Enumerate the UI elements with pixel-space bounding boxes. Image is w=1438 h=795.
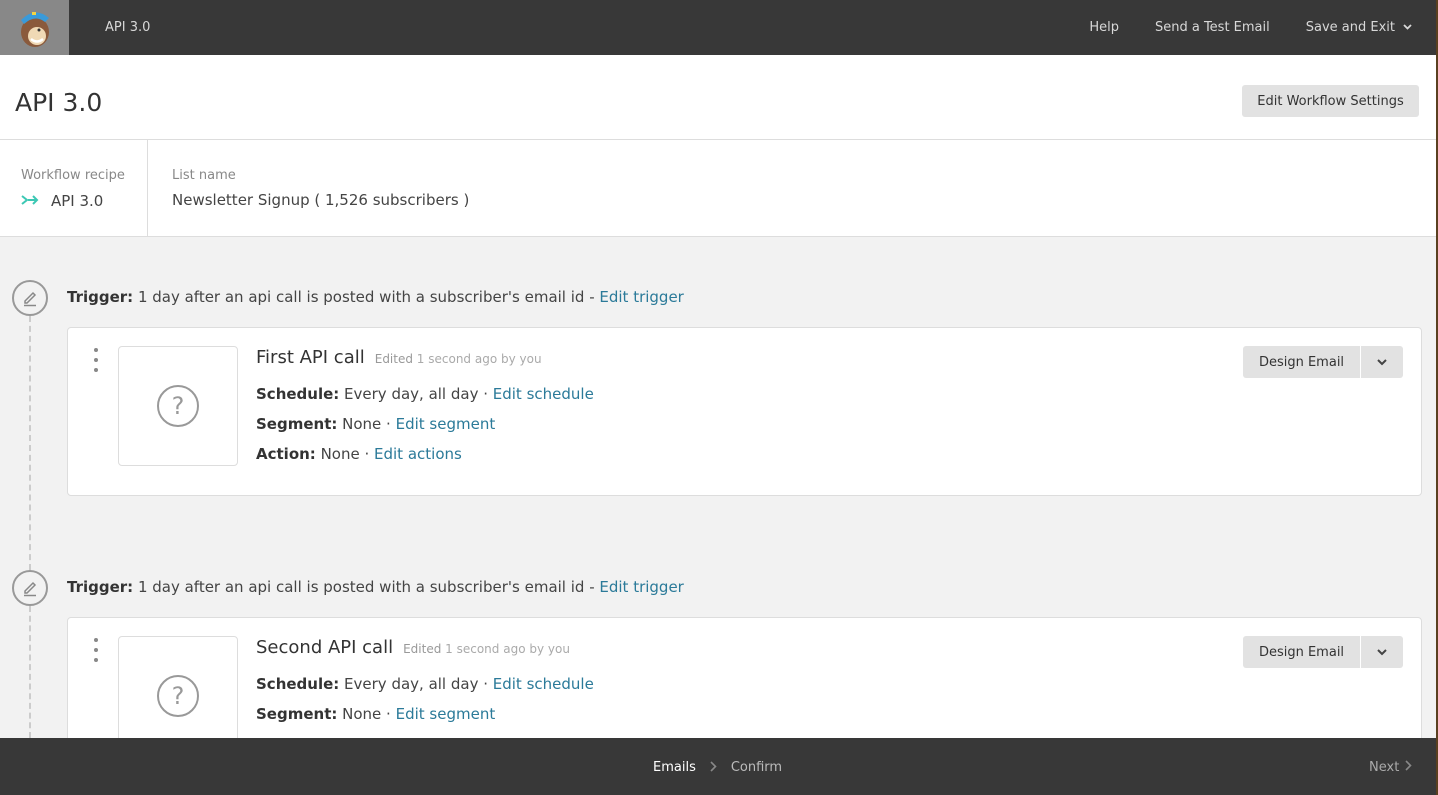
email-name: First API call xyxy=(256,347,365,368)
segment-label: Segment: xyxy=(256,705,338,723)
next-button[interactable]: Next xyxy=(1369,760,1412,775)
email-title-row: Second API call Edited 1 second ago by y… xyxy=(256,637,570,658)
design-email-button-group: Design Email xyxy=(1243,346,1403,378)
schedule-row: Schedule: Every day, all day · Edit sche… xyxy=(256,385,594,403)
next-label: Next xyxy=(1369,760,1400,775)
chevron-down-icon xyxy=(1377,648,1387,655)
edit-trigger-icon-button[interactable] xyxy=(12,280,48,316)
trigger-description: Trigger: 1 day after an api call is post… xyxy=(67,578,684,596)
pencil-icon xyxy=(24,581,37,597)
schedule-value: Every day, all day · xyxy=(339,385,493,403)
help-link[interactable]: Help xyxy=(1089,20,1119,35)
timeline-connector xyxy=(29,316,31,570)
action-value: None · xyxy=(315,445,375,463)
email-thumbnail[interactable]: ? xyxy=(118,346,238,466)
email-name: Second API call xyxy=(256,637,394,658)
freddie-icon xyxy=(20,11,49,47)
timeline-connector xyxy=(29,606,31,738)
workflow-info-bar: Workflow recipe API 3.0 List name Newsle… xyxy=(0,140,1436,237)
edit-workflow-settings-button[interactable]: Edit Workflow Settings xyxy=(1242,85,1419,117)
design-email-button[interactable]: Design Email xyxy=(1243,636,1360,668)
mailchimp-logo[interactable] xyxy=(0,0,69,55)
action-label: Action: xyxy=(256,445,316,463)
step-emails[interactable]: Emails xyxy=(653,760,696,775)
design-email-button[interactable]: Design Email xyxy=(1243,346,1360,378)
workflow-recipe-label: Workflow recipe xyxy=(21,168,125,183)
top-bar: API 3.0 Help Send a Test Email Save and … xyxy=(0,0,1436,55)
page-header: API 3.0 Edit Workflow Settings xyxy=(0,55,1436,140)
chevron-right-icon xyxy=(1405,760,1412,775)
save-and-exit-label: Save and Exit xyxy=(1305,20,1395,35)
edited-status: Edited 1 second ago by you xyxy=(375,352,542,366)
schedule-value: Every day, all day · xyxy=(339,675,493,693)
workflow-recipe-section: Workflow recipe API 3.0 xyxy=(0,140,148,236)
trigger-description: Trigger: 1 day after an api call is post… xyxy=(67,288,684,306)
schedule-label: Schedule: xyxy=(256,675,340,693)
edit-trigger-link[interactable]: Edit trigger xyxy=(599,578,683,596)
chevron-down-icon xyxy=(1377,358,1387,365)
email-title-row: First API call Edited 1 second ago by yo… xyxy=(256,347,542,368)
email-card: ? Second API call Edited 1 second ago by… xyxy=(67,617,1422,757)
edit-trigger-link[interactable]: Edit trigger xyxy=(599,288,683,306)
edited-text: 1 second ago by you xyxy=(412,352,542,366)
action-row: Action: None · Edit actions xyxy=(256,445,462,463)
trigger-label: Trigger: xyxy=(67,578,134,596)
more-options-icon[interactable] xyxy=(90,348,102,372)
workflow-name: API 3.0 xyxy=(105,20,151,35)
segment-value: None · xyxy=(337,705,396,723)
segment-label: Segment: xyxy=(256,415,338,433)
email-card: ? First API call Edited 1 second ago by … xyxy=(67,327,1422,496)
edit-actions-link[interactable]: Edit actions xyxy=(374,445,462,463)
recipe-arrow-icon xyxy=(21,191,39,210)
question-mark-icon: ? xyxy=(157,675,199,717)
workflow-recipe-value: API 3.0 xyxy=(21,191,103,210)
segment-row: Segment: None · Edit segment xyxy=(256,705,495,723)
edit-schedule-link[interactable]: Edit schedule xyxy=(493,675,594,693)
edit-trigger-icon-button[interactable] xyxy=(12,570,48,606)
design-email-button-group: Design Email xyxy=(1243,636,1403,668)
pencil-icon xyxy=(24,291,37,307)
segment-value: None · xyxy=(337,415,396,433)
trigger-text: 1 day after an api call is posted with a… xyxy=(133,578,600,596)
segment-row: Segment: None · Edit segment xyxy=(256,415,495,433)
edited-prefix: Edited xyxy=(403,642,442,656)
schedule-row: Schedule: Every day, all day · Edit sche… xyxy=(256,675,594,693)
schedule-label: Schedule: xyxy=(256,385,340,403)
save-and-exit-dropdown[interactable]: Save and Exit xyxy=(1306,20,1412,35)
workflow-steps: Emails Confirm xyxy=(653,760,782,775)
edited-status: Edited 1 second ago by you xyxy=(403,642,570,656)
edited-text: 1 second ago by you xyxy=(441,642,570,656)
send-test-email-link[interactable]: Send a Test Email xyxy=(1155,20,1270,35)
chevron-down-icon xyxy=(1403,23,1412,33)
trigger-label: Trigger: xyxy=(67,288,134,306)
design-email-dropdown-button[interactable] xyxy=(1361,346,1403,378)
trigger-text: 1 day after an api call is posted with a… xyxy=(133,288,600,306)
send-test-email-label: Send a Test Email xyxy=(1154,20,1270,35)
list-name-label: List name xyxy=(172,168,236,183)
edit-schedule-link[interactable]: Edit schedule xyxy=(493,385,594,403)
list-name-value: Newsletter Signup ( 1,526 subscribers ) xyxy=(172,191,470,209)
design-email-dropdown-button[interactable] xyxy=(1361,636,1403,668)
chevron-right-icon xyxy=(710,760,717,775)
footer-bar: Emails Confirm Next xyxy=(0,738,1436,795)
step-confirm[interactable]: Confirm xyxy=(731,760,782,775)
help-label: Help xyxy=(1089,20,1119,35)
edit-segment-link[interactable]: Edit segment xyxy=(396,415,496,433)
more-options-icon[interactable] xyxy=(90,638,102,662)
edited-prefix: Edited xyxy=(374,352,413,366)
recipe-name: API 3.0 xyxy=(51,191,104,210)
edit-segment-link[interactable]: Edit segment xyxy=(396,705,496,723)
question-mark-icon: ? xyxy=(157,385,199,427)
page-title: API 3.0 xyxy=(15,88,103,117)
